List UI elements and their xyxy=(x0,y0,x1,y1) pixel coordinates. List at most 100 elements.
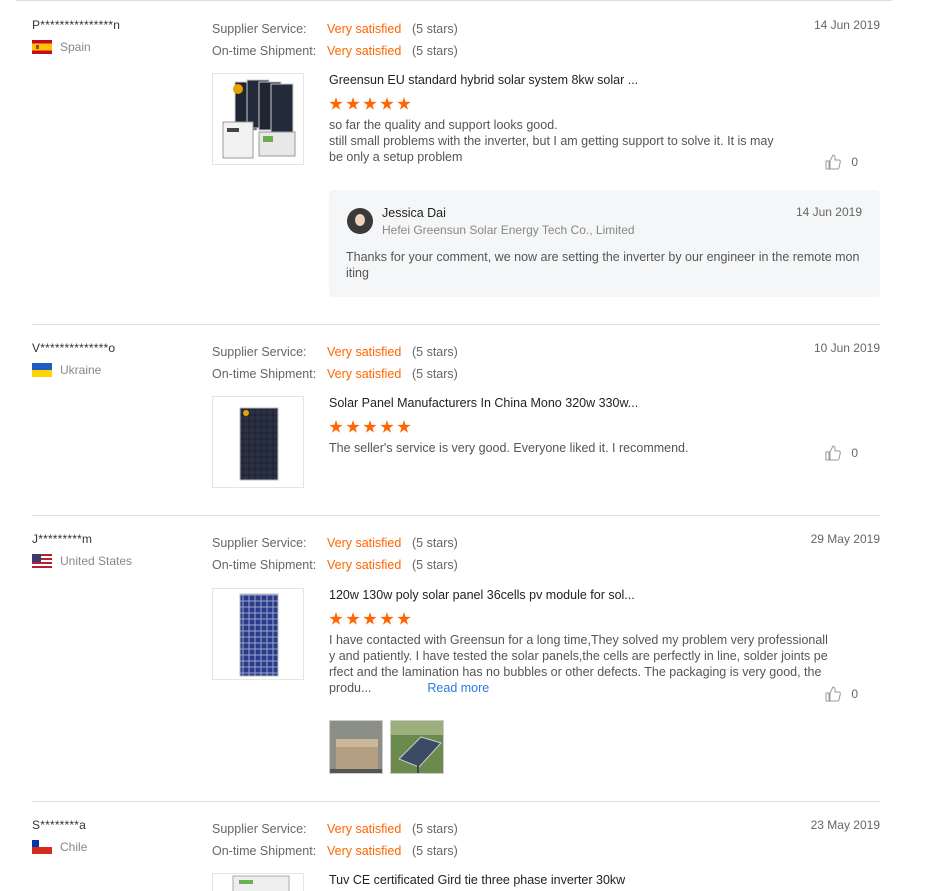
buyer-name: V**************o xyxy=(32,341,116,355)
review-item: V**************o Ukraine Supplier Servic… xyxy=(32,341,880,501)
review-content: Tuv CE certificated Gird tie three phase… xyxy=(329,873,829,889)
product-thumbnail[interactable] xyxy=(212,73,304,165)
rating-stars-text: (5 stars) xyxy=(412,844,458,858)
review-comment: I have contacted with Greensun for a lon… xyxy=(329,632,829,696)
product-thumbnail[interactable] xyxy=(212,588,304,680)
review-rating-stars xyxy=(329,612,829,626)
spain-flag-icon xyxy=(32,40,52,54)
star-icon xyxy=(397,612,411,625)
star-icon xyxy=(329,612,343,625)
rating-stars-text: (5 stars) xyxy=(412,44,458,58)
ukraine-flag-icon xyxy=(32,363,52,377)
supplier-service-rating: Supplier Service: Very satisfied (5 star… xyxy=(212,532,542,554)
shipment-rating: On-time Shipment: Very satisfied (5 star… xyxy=(212,40,542,62)
rating-stars-text: (5 stars) xyxy=(412,22,458,36)
review-item: P***************n Spain Supplier Service… xyxy=(32,18,880,308)
product-title-link[interactable]: Greensun EU standard hybrid solar system… xyxy=(329,73,829,89)
rating-stars-text: (5 stars) xyxy=(412,536,458,550)
country-name: United States xyxy=(60,554,133,568)
like-button[interactable]: 0 xyxy=(825,154,858,170)
review-content: Solar Panel Manufacturers In China Mono … xyxy=(329,396,829,456)
star-icon xyxy=(363,97,377,110)
buyer-info: J*********m United States xyxy=(32,532,202,568)
thumbs-up-icon xyxy=(825,686,842,702)
review-comment: The seller's service is very good. Every… xyxy=(329,441,689,455)
avatar xyxy=(347,208,373,234)
review-date: 14 Jun 2019 xyxy=(813,18,880,32)
rating-stars-text: (5 stars) xyxy=(412,345,458,359)
reply-text: Thanks for your comment, we now are sett… xyxy=(346,250,860,280)
buyer-country: Chile xyxy=(32,840,202,854)
star-icon xyxy=(346,420,360,433)
buyer-name: J*********m xyxy=(32,532,93,546)
buyer-name: S********a xyxy=(32,818,87,832)
review-item: J*********m United States Supplier Servi… xyxy=(32,532,880,782)
buyer-country: Spain xyxy=(32,40,202,54)
product-thumbnail[interactable] xyxy=(212,873,304,891)
star-icon xyxy=(329,420,343,433)
rating-value: Very satisfied xyxy=(327,22,402,36)
rating-value: Very satisfied xyxy=(327,558,402,572)
star-icon xyxy=(363,612,377,625)
product-thumbnail[interactable] xyxy=(212,396,304,488)
shipment-rating: On-time Shipment: Very satisfied (5 star… xyxy=(212,554,542,576)
buyer-country: United States xyxy=(32,554,202,568)
reply-date: 14 Jun 2019 xyxy=(795,205,862,219)
rating-label: On-time Shipment: xyxy=(212,44,317,58)
review-item: S********a Chile Supplier Service: Very … xyxy=(32,818,880,891)
supplier-reply: Jessica Dai Hefei Greensun Solar Energy … xyxy=(329,190,880,297)
rating-value: Very satisfied xyxy=(327,367,402,381)
product-title-link[interactable]: 120w 130w poly solar panel 36cells pv mo… xyxy=(329,588,829,604)
review-rating-stars xyxy=(329,97,829,111)
star-icon xyxy=(397,97,411,110)
product-title-link[interactable]: Solar Panel Manufacturers In China Mono … xyxy=(329,396,829,412)
rating-label: On-time Shipment: xyxy=(212,367,317,381)
solar-system-image xyxy=(222,79,296,159)
rating-stars-text: (5 stars) xyxy=(412,558,458,572)
like-count: 0 xyxy=(851,155,858,169)
review-divider xyxy=(32,324,880,325)
chile-flag-icon xyxy=(32,840,52,854)
solar-panel-image xyxy=(239,407,279,481)
like-count: 0 xyxy=(851,446,858,460)
star-icon xyxy=(363,420,377,433)
country-name: Spain xyxy=(60,40,91,54)
solar-panel-image xyxy=(239,593,279,677)
photo-image xyxy=(391,721,443,773)
country-name: Chile xyxy=(60,840,88,854)
supplier-service-rating: Supplier Service: Very satisfied (5 star… xyxy=(212,818,542,840)
supplier-ratings: Supplier Service: Very satisfied (5 star… xyxy=(212,18,542,62)
star-icon xyxy=(346,97,360,110)
like-count: 0 xyxy=(851,687,858,701)
review-photo[interactable] xyxy=(390,720,444,774)
rating-stars-text: (5 stars) xyxy=(412,822,458,836)
thumbs-up-icon xyxy=(825,154,842,170)
star-icon xyxy=(380,420,394,433)
buyer-info: P***************n Spain xyxy=(32,18,202,54)
star-icon xyxy=(397,420,411,433)
review-rating-stars xyxy=(329,420,829,434)
rating-label: On-time Shipment: xyxy=(212,558,317,572)
read-more-link[interactable]: Read more xyxy=(427,681,489,695)
rating-label: Supplier Service: xyxy=(212,345,307,359)
star-icon xyxy=(380,612,394,625)
review-date: 10 Jun 2019 xyxy=(813,341,880,355)
supplier-ratings: Supplier Service: Very satisfied (5 star… xyxy=(212,341,542,385)
review-date: 23 May 2019 xyxy=(810,818,880,832)
like-button[interactable]: 0 xyxy=(825,445,858,461)
rating-value: Very satisfied xyxy=(327,822,402,836)
review-comment: so far the quality and support looks goo… xyxy=(329,118,774,164)
united-states-flag-icon xyxy=(32,554,52,568)
review-date: 29 May 2019 xyxy=(810,532,880,546)
supplier-service-rating: Supplier Service: Very satisfied (5 star… xyxy=(212,18,542,40)
top-divider xyxy=(16,0,892,1)
star-icon xyxy=(329,97,343,110)
product-title-link[interactable]: Tuv CE certificated Gird tie three phase… xyxy=(329,873,829,889)
rating-value: Very satisfied xyxy=(327,844,402,858)
like-button[interactable]: 0 xyxy=(825,686,858,702)
rating-value: Very satisfied xyxy=(327,345,402,359)
inverter-image xyxy=(232,875,290,891)
review-photo[interactable] xyxy=(329,720,383,774)
country-name: Ukraine xyxy=(60,363,102,377)
star-icon xyxy=(380,97,394,110)
